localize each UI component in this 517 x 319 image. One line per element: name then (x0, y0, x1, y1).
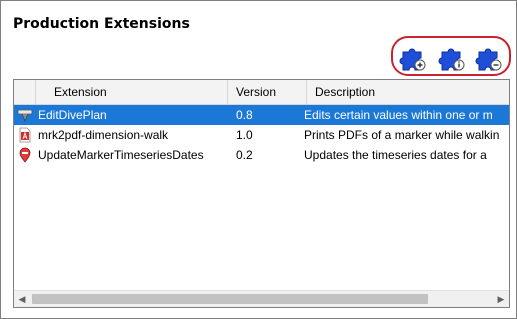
remove-extension-button[interactable] (475, 44, 503, 72)
marker-timeseries-icon (19, 147, 31, 163)
scroll-right-icon[interactable]: ▶ (493, 291, 509, 307)
table-row[interactable]: UpdateMarkerTimeseriesDates 0.2 Updates … (14, 145, 509, 165)
horizontal-scrollbar[interactable]: ◀ ▶ (14, 290, 509, 307)
extensions-table: Extension Version Description EditDivePl… (13, 79, 510, 308)
column-header-version[interactable]: Version (228, 80, 307, 104)
table-header: Extension Version Description (14, 80, 509, 105)
extension-description: Edits certain values within one or m (304, 108, 493, 122)
puzzle-add-icon (399, 48, 426, 71)
add-extension-button[interactable] (399, 44, 427, 72)
extension-name: mrk2pdf-dimension-walk (38, 128, 169, 142)
table-row[interactable]: mrk2pdf-dimension-walk 1.0 Prints PDFs o… (14, 125, 509, 145)
extension-version: 0.8 (236, 108, 253, 122)
icon-column-header[interactable] (14, 80, 36, 104)
extension-description: Updates the timeseries dates for a (304, 148, 487, 162)
puzzle-info-icon (438, 48, 465, 71)
extension-name: UpdateMarkerTimeseriesDates (38, 148, 204, 162)
pdf-icon (19, 127, 31, 143)
extension-version: 1.0 (236, 128, 253, 142)
column-header-extension[interactable]: Extension (36, 80, 228, 104)
puzzle-remove-icon (475, 48, 502, 71)
extension-description: Prints PDFs of a marker while walkin (304, 128, 500, 142)
scroll-left-icon[interactable]: ◀ (14, 291, 30, 307)
production-extensions-panel: Production Extensions Extension Version … (0, 0, 517, 319)
extension-version: 0.2 (236, 148, 253, 162)
scrollbar-thumb[interactable] (32, 294, 428, 304)
panel-title: Production Extensions (13, 16, 190, 32)
dive-plan-icon (17, 109, 33, 123)
info-extension-button[interactable] (438, 44, 466, 72)
column-header-description[interactable]: Description (307, 80, 509, 104)
extension-name: EditDivePlan (38, 108, 107, 122)
table-row[interactable]: EditDivePlan 0.8 Edits certain values wi… (14, 105, 509, 125)
